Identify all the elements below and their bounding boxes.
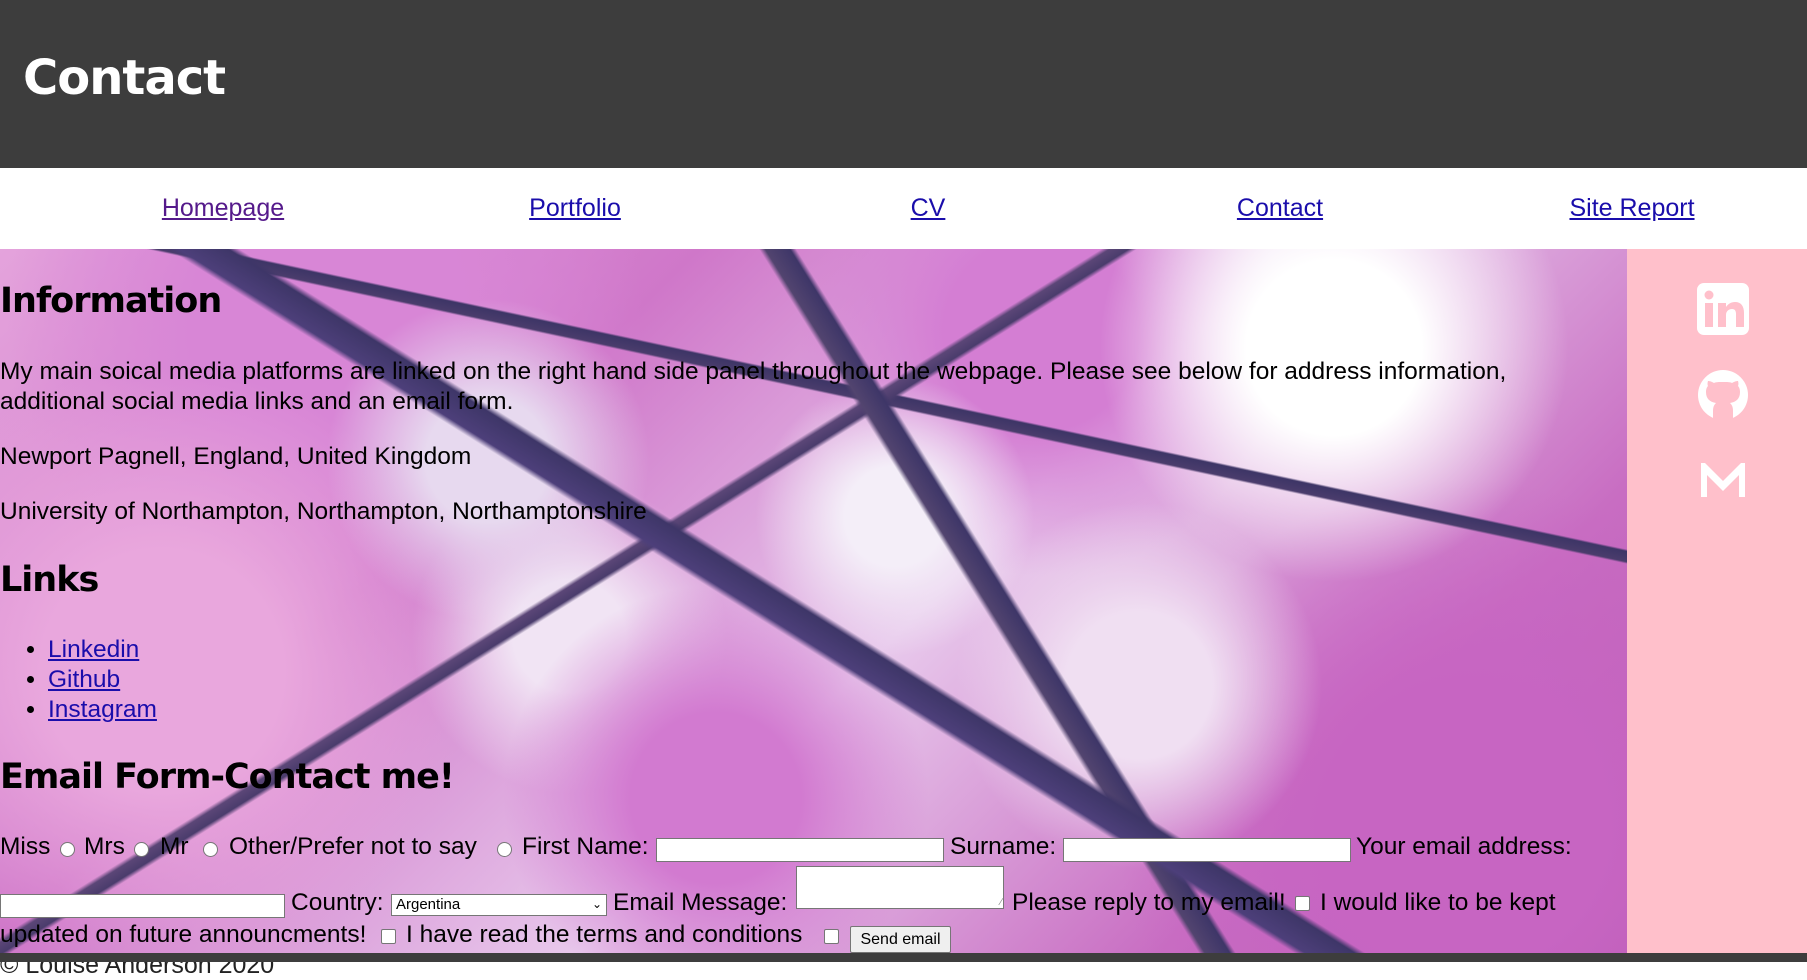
linkedin-link[interactable]: Linkedin (48, 636, 139, 663)
list-item: Linkedin (48, 635, 157, 665)
nav-homepage[interactable]: Homepage (48, 194, 398, 223)
list-item: Instagram (48, 695, 157, 725)
main-nav: Homepage Portfolio CV Contact Site Repor… (0, 168, 1807, 249)
nav-cv[interactable]: CV (753, 194, 1103, 223)
reply-label: Please reply to my email! (1012, 889, 1286, 916)
nav-portfolio[interactable]: Portfolio (400, 194, 750, 223)
gmail-icon[interactable] (1695, 451, 1751, 507)
address-line-2: University of Northampton, Northampton, … (0, 498, 647, 525)
terms-label: I have read the terms and conditions (406, 921, 803, 948)
title-miss-label: Miss (0, 833, 51, 860)
github-link[interactable]: Github (48, 666, 120, 693)
title-other-label: Other/Prefer not to say (229, 833, 477, 860)
content-area: Information My main soical media platfor… (0, 249, 1627, 953)
first-name-field[interactable] (656, 838, 944, 862)
page-header: Contact (0, 0, 1807, 168)
information-heading: Information (0, 281, 222, 321)
page-title: Contact (23, 50, 226, 106)
links-heading: Links (0, 560, 99, 600)
title-mrs-radio[interactable] (134, 842, 149, 857)
nav-contact[interactable]: Contact (1105, 194, 1455, 223)
surname-field[interactable] (1063, 838, 1351, 862)
terms-checkbox[interactable] (824, 929, 839, 944)
information-intro-line1: My main soical media platforms are linke… (0, 358, 1507, 385)
country-label: Country: (291, 889, 384, 916)
title-miss-radio[interactable] (60, 842, 75, 857)
social-side-panel (1627, 249, 1807, 953)
updates-label-part2: updated on future announcments! (0, 921, 367, 948)
nav-site-report[interactable]: Site Report (1457, 194, 1807, 223)
chevron-down-icon: ⌄ (591, 897, 602, 911)
email-label: Your email address: (1356, 833, 1572, 860)
reply-checkbox[interactable] (1295, 896, 1310, 911)
title-mr-label: Mr (160, 833, 189, 860)
links-list: Linkedin Github Instagram (0, 635, 157, 725)
surname-label: Surname: (950, 833, 1057, 860)
linkedin-icon[interactable] (1695, 281, 1751, 337)
resize-handle-icon[interactable]: ∕ (1000, 897, 1002, 908)
email-message-textarea[interactable]: ∕ (796, 866, 1004, 909)
title-mrs-label: Mrs (84, 833, 125, 860)
list-item: Github (48, 665, 157, 695)
first-name-label: First Name: (522, 833, 649, 860)
country-select[interactable]: Argentina ⌄ (391, 894, 607, 916)
title-mr-radio[interactable] (203, 842, 218, 857)
github-icon[interactable] (1695, 367, 1751, 423)
updates-label-part1: I would like to be kept (1320, 889, 1556, 916)
title-other-radio[interactable] (497, 842, 512, 857)
email-form-heading: Email Form-Contact me! (0, 757, 455, 797)
email-field[interactable] (0, 894, 285, 918)
information-intro-line2: additional social media links and an ema… (0, 388, 514, 415)
send-email-button[interactable]: Send email (850, 926, 951, 953)
country-select-value: Argentina (396, 896, 461, 913)
updates-checkbox[interactable] (381, 929, 396, 944)
message-label: Email Message: (613, 889, 788, 916)
instagram-link[interactable]: Instagram (48, 696, 157, 723)
footer (0, 953, 1807, 962)
address-line-1: Newport Pagnell, England, United Kingdom (0, 443, 472, 470)
